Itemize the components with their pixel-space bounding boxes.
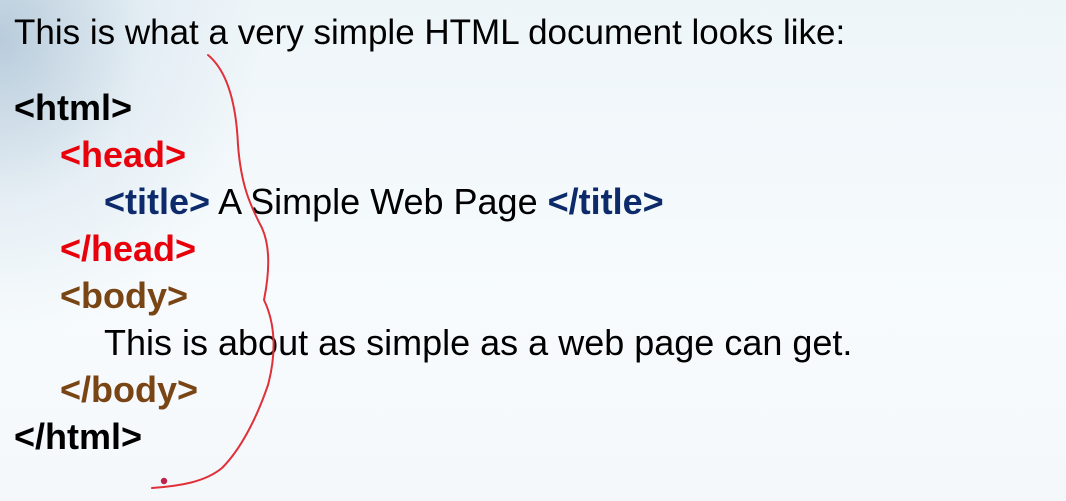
- code-title-text: A Simple Web Page: [210, 181, 548, 222]
- intro-text: This is what a very simple HTML document…: [14, 13, 846, 52]
- code-html-open: <html>: [14, 87, 133, 128]
- code-head-open: <head>: [60, 134, 187, 175]
- code-title-open: <title>: [104, 181, 211, 222]
- code-body-close: </body>: [60, 369, 199, 410]
- code-title-line: <title> A Simple Web Page </title>: [104, 182, 664, 222]
- code-title-close: </title>: [547, 181, 664, 222]
- code-body-text: This is about as simple as a web page ca…: [104, 322, 853, 363]
- code-head-close: </head>: [60, 228, 197, 269]
- code-body-open: <body>: [60, 275, 189, 316]
- code-html-close: </html>: [14, 416, 143, 457]
- slide: This is what a very simple HTML document…: [0, 0, 1066, 501]
